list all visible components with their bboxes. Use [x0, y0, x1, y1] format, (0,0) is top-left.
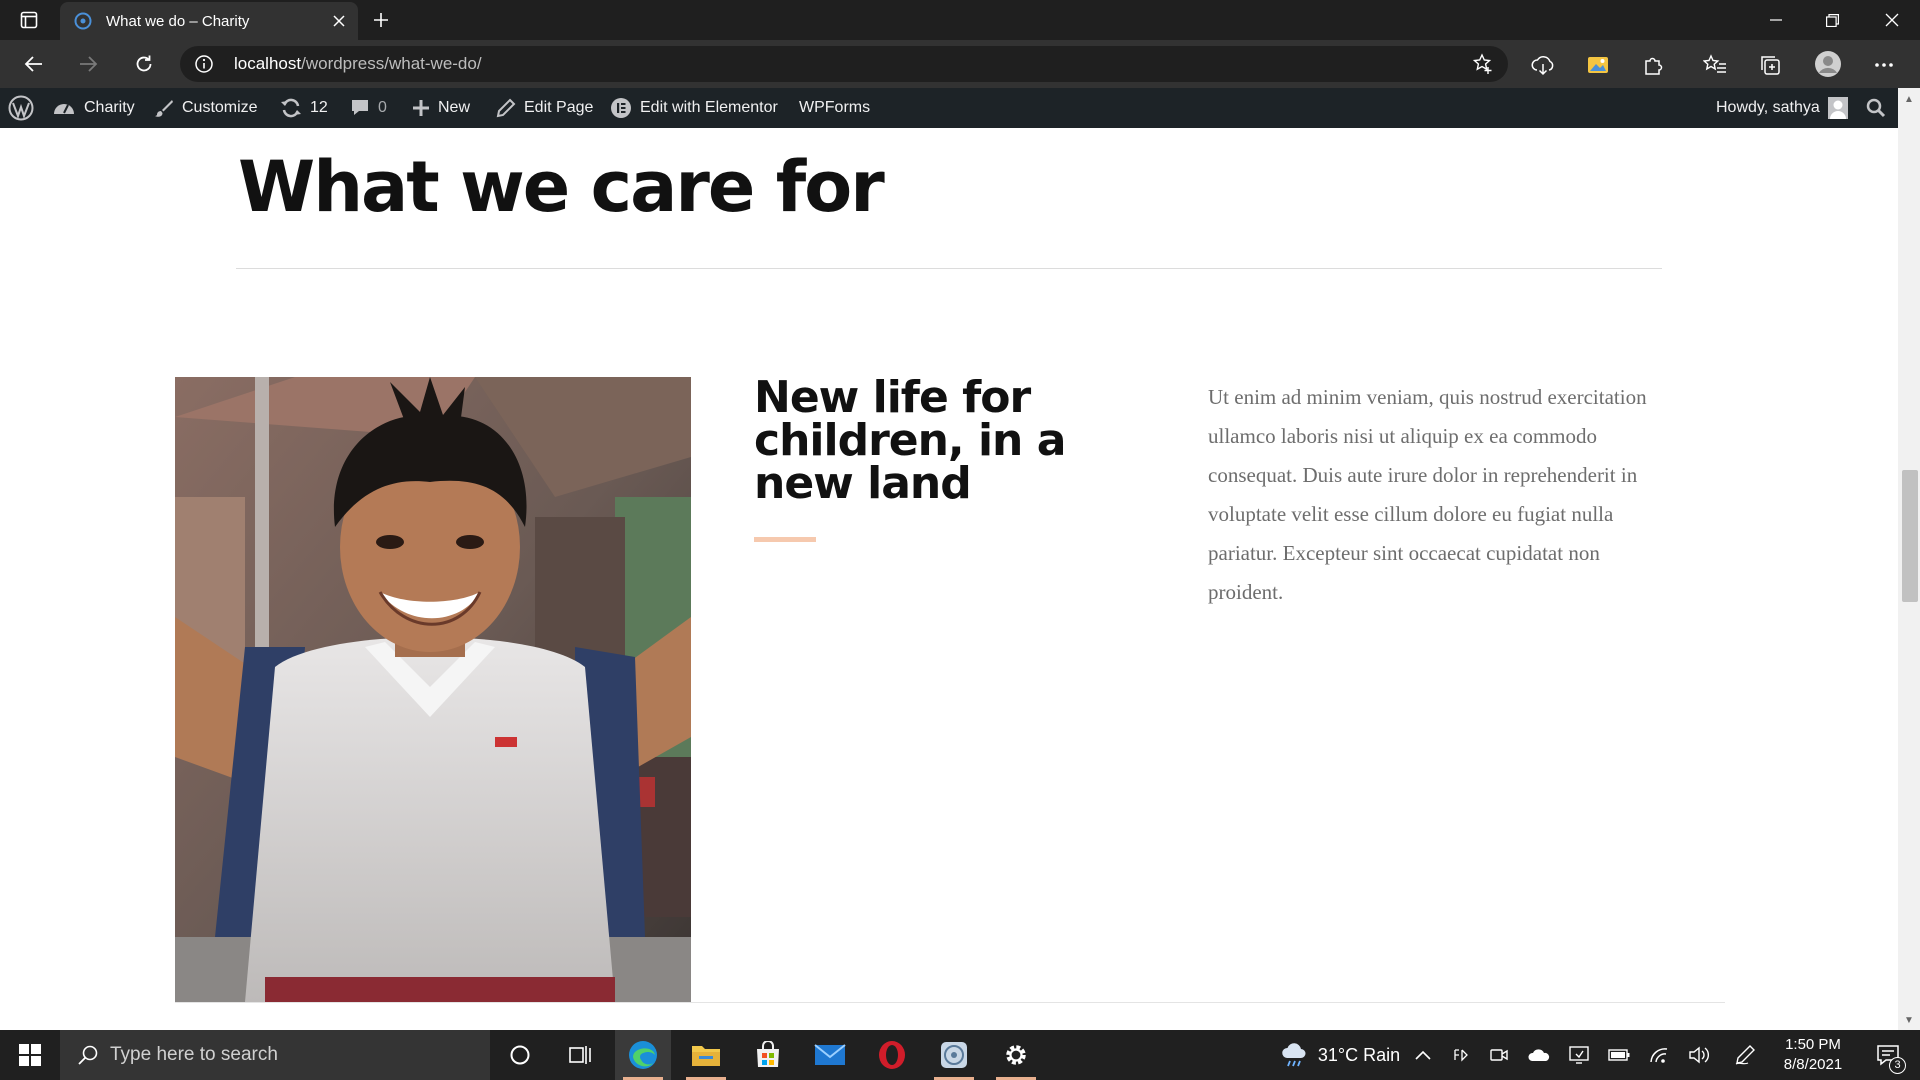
- restore-window-icon[interactable]: [1804, 0, 1860, 40]
- section-divider: [236, 268, 1662, 269]
- section-title: What we care for: [238, 146, 885, 228]
- wordpress-app-icon[interactable]: [926, 1030, 982, 1080]
- mail-icon[interactable]: [802, 1030, 858, 1080]
- heading-accent-line: [754, 537, 816, 542]
- admin-site-name[interactable]: Charity: [52, 88, 135, 128]
- close-window-icon[interactable]: [1864, 0, 1920, 40]
- admin-new[interactable]: New: [412, 88, 470, 128]
- forward-arrow-icon[interactable]: [70, 48, 106, 80]
- close-tab-icon[interactable]: [324, 6, 354, 36]
- windows-start-icon[interactable]: [0, 1030, 60, 1080]
- search-placeholder: Type here to search: [110, 1044, 278, 1065]
- site-favicon-icon: [74, 12, 92, 30]
- howdy-label: Howdy, sathya: [1716, 99, 1820, 116]
- windows-taskbar: Type here to search 31°C Rain 1:50 PM 8/…: [0, 1030, 1920, 1080]
- weather-text: 31°C Rain: [1317, 1044, 1401, 1065]
- battery-icon[interactable]: [1604, 1030, 1634, 1080]
- notifications-icon[interactable]: 3: [1868, 1030, 1908, 1080]
- pencil-icon: [496, 98, 516, 118]
- wpforms-label: WPForms: [799, 99, 871, 116]
- back-arrow-icon[interactable]: [16, 48, 52, 80]
- scroll-up-icon[interactable]: ▲: [1902, 92, 1916, 106]
- comment-bubble-icon: [352, 100, 368, 115]
- admin-search-icon[interactable]: [1866, 88, 1894, 128]
- microsoft-store-icon[interactable]: [740, 1030, 796, 1080]
- wordpress-logo-icon[interactable]: [8, 88, 42, 128]
- site-info-icon[interactable]: [194, 54, 214, 74]
- task-view-icon[interactable]: [552, 1030, 608, 1080]
- scrollbar-thumb[interactable]: [1902, 470, 1918, 602]
- favorites-list-icon[interactable]: [1702, 52, 1728, 78]
- plus-icon: [413, 100, 429, 116]
- minimize-window-icon[interactable]: [1748, 0, 1804, 40]
- show-hidden-icons-icon[interactable]: [1408, 1030, 1438, 1080]
- admin-updates[interactable]: 12: [280, 88, 328, 128]
- card-paragraph: Ut enim ad minim veniam, quis nostrud ex…: [1208, 385, 1647, 604]
- new-tab-icon[interactable]: [366, 5, 396, 35]
- taskbar-search[interactable]: Type here to search: [60, 1030, 490, 1080]
- more-options-icon[interactable]: [1871, 52, 1897, 78]
- updates-count: 12: [310, 99, 328, 116]
- admin-wpforms[interactable]: WPForms: [799, 88, 870, 128]
- new-label: New: [438, 99, 471, 116]
- pen-ink-icon[interactable]: [1730, 1030, 1760, 1080]
- onedrive-icon[interactable]: [1524, 1030, 1554, 1080]
- customize-label: Customize: [182, 99, 258, 116]
- child-photo: [175, 377, 691, 1002]
- weather-widget[interactable]: 31°C Rain: [1260, 1030, 1420, 1080]
- url-text: localhost/wordpress/what-we-do/: [234, 54, 482, 74]
- cortana-icon[interactable]: [492, 1030, 548, 1080]
- edit-page-label: Edit Page: [524, 99, 594, 116]
- edge-browser-icon[interactable]: [615, 1030, 671, 1080]
- meet-now-icon[interactable]: [1484, 1030, 1514, 1080]
- comments-count: 0: [378, 99, 387, 116]
- admin-edit-elementor[interactable]: Edit with Elementor: [610, 88, 778, 128]
- browser-toolbar: localhost/wordpress/what-we-do/: [0, 40, 1920, 88]
- elementor-icon: [611, 98, 631, 118]
- user-avatar-icon: [1827, 97, 1848, 119]
- settings-gear-icon[interactable]: [988, 1030, 1044, 1080]
- admin-edit-page[interactable]: Edit Page: [496, 88, 593, 128]
- url-path: /wordpress/what-we-do/: [301, 54, 482, 73]
- url-host: localhost: [234, 54, 302, 73]
- tab-actions-icon[interactable]: [14, 8, 44, 32]
- language-bar-icon[interactable]: [1446, 1030, 1476, 1080]
- address-bar[interactable]: localhost/wordpress/what-we-do/: [180, 46, 1508, 82]
- volume-icon[interactable]: [1684, 1030, 1714, 1080]
- search-icon: [76, 1043, 100, 1067]
- site-name-label: Charity: [84, 99, 135, 116]
- add-favorite-icon[interactable]: [1472, 53, 1494, 75]
- wifi-icon[interactable]: [1644, 1030, 1674, 1080]
- scroll-down-icon[interactable]: ▼: [1902, 1013, 1916, 1027]
- updates-refresh-icon: [281, 98, 301, 118]
- download-cloud-icon[interactable]: [1530, 52, 1556, 78]
- clock-date: 8/8/2021: [1783, 1056, 1843, 1073]
- card-divider: [175, 1002, 1725, 1003]
- card-heading: New life for children, in a new land: [754, 372, 1066, 509]
- refresh-icon[interactable]: [126, 48, 162, 80]
- taskbar-clock[interactable]: 1:50 PM 8/8/2021: [1766, 1035, 1860, 1075]
- notification-count: 3: [1889, 1057, 1906, 1074]
- clock-time: 1:50 PM: [1785, 1036, 1841, 1053]
- paintbrush-icon: [155, 100, 173, 117]
- rain-cloud-icon: [1282, 1043, 1306, 1067]
- profile-avatar-icon[interactable]: [1814, 50, 1842, 78]
- image-extension-icon[interactable]: [1585, 52, 1611, 78]
- browser-titlebar: What we do – Charity: [0, 0, 1920, 40]
- page-content: What we care for New life for children, …: [0, 128, 1898, 1030]
- dashboard-gauge-icon: [54, 104, 74, 114]
- browser-tab-active[interactable]: What we do – Charity: [60, 2, 358, 40]
- admin-comments[interactable]: 0: [350, 88, 387, 128]
- admin-customize[interactable]: Customize: [154, 88, 258, 128]
- collections-icon[interactable]: [1757, 52, 1783, 78]
- opera-browser-icon[interactable]: [864, 1030, 920, 1080]
- file-explorer-icon[interactable]: [678, 1030, 734, 1080]
- admin-account[interactable]: Howdy, sathya: [1716, 88, 1856, 128]
- device-sync-icon[interactable]: [1564, 1030, 1594, 1080]
- wp-admin-bar: Charity Customize 12 0 New Edit Page Edi…: [0, 88, 1898, 128]
- edit-elementor-label: Edit with Elementor: [640, 99, 778, 116]
- extensions-puzzle-icon[interactable]: [1640, 52, 1666, 78]
- tab-title: What we do – Charity: [106, 12, 250, 30]
